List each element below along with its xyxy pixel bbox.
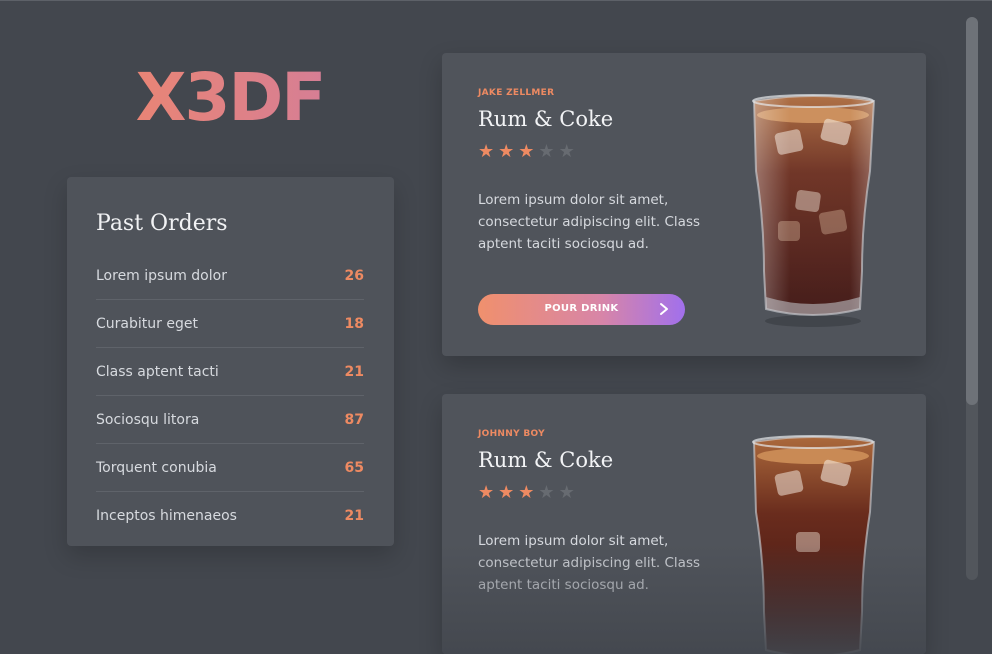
drink-description: Lorem ipsum dolor sit amet, consectetur … [478, 533, 701, 593]
star-icon: ★ [518, 141, 535, 162]
star-icon: ★ [538, 482, 555, 503]
star-icon: ★ [538, 141, 555, 162]
order-row[interactable]: Lorem ipsum dolor 26 [96, 252, 364, 300]
order-row[interactable]: Inceptos himenaeos 21 [96, 492, 364, 539]
star-icon: ★ [498, 141, 515, 162]
pour-drink-label: POUR DRINK [544, 303, 619, 314]
drink-card: JOHNNY BOY Rum & Coke ★ ★ ★ ★ ★ Lorem ip… [442, 394, 926, 654]
order-count: 18 [344, 315, 364, 332]
drink-card: JAKE ZELLMER Rum & Coke ★ ★ ★ ★ ★ Lorem … [442, 53, 926, 356]
order-row[interactable]: Class aptent tacti 21 [96, 348, 364, 396]
order-name: Torquent conubia [96, 459, 217, 476]
order-count: 26 [344, 267, 364, 284]
order-name: Lorem ipsum dolor [96, 267, 227, 284]
order-name: Class aptent tacti [96, 363, 219, 380]
order-count: 65 [344, 459, 364, 476]
chevron-right-icon [660, 303, 668, 315]
logo[interactable]: X3DF [66, 60, 394, 136]
order-name: Sociosqu litora [96, 411, 200, 428]
drink-author: JAKE ZELLMER [478, 88, 555, 98]
scrollbar-thumb[interactable] [966, 17, 978, 405]
drink-glass-image [752, 94, 876, 327]
order-name: Inceptos himenaeos [96, 507, 237, 524]
star-icon: ★ [558, 482, 575, 503]
order-count: 21 [344, 363, 364, 380]
drink-author: JOHNNY BOY [478, 429, 545, 439]
past-orders-panel: Past Orders Lorem ipsum dolor 26 Curabit… [67, 177, 394, 546]
drink-name: Rum & Coke [478, 448, 614, 472]
order-row[interactable]: Curabitur eget 18 [96, 300, 364, 348]
window-top-border [0, 0, 992, 1]
order-row[interactable]: Sociosqu litora 87 [96, 396, 364, 444]
star-icon: ★ [518, 482, 535, 503]
order-name: Curabitur eget [96, 315, 198, 332]
pour-drink-button[interactable]: POUR DRINK [478, 294, 685, 325]
scrollbar-track[interactable] [966, 17, 978, 580]
past-orders-title: Past Orders [96, 211, 228, 236]
drink-glass-image [752, 435, 876, 654]
order-row[interactable]: Torquent conubia 65 [96, 444, 364, 492]
drink-name: Rum & Coke [478, 107, 614, 131]
order-count: 87 [344, 411, 364, 428]
order-count: 21 [344, 507, 364, 524]
drink-description: Lorem ipsum dolor sit amet, consectetur … [478, 192, 701, 252]
star-icon: ★ [498, 482, 515, 503]
star-icon: ★ [558, 141, 575, 162]
star-icon: ★ [478, 141, 495, 162]
past-orders-list: Lorem ipsum dolor 26 Curabitur eget 18 C… [96, 252, 364, 539]
star-icon: ★ [478, 482, 495, 503]
rating-stars: ★ ★ ★ ★ ★ [478, 484, 575, 502]
rating-stars: ★ ★ ★ ★ ★ [478, 143, 575, 161]
